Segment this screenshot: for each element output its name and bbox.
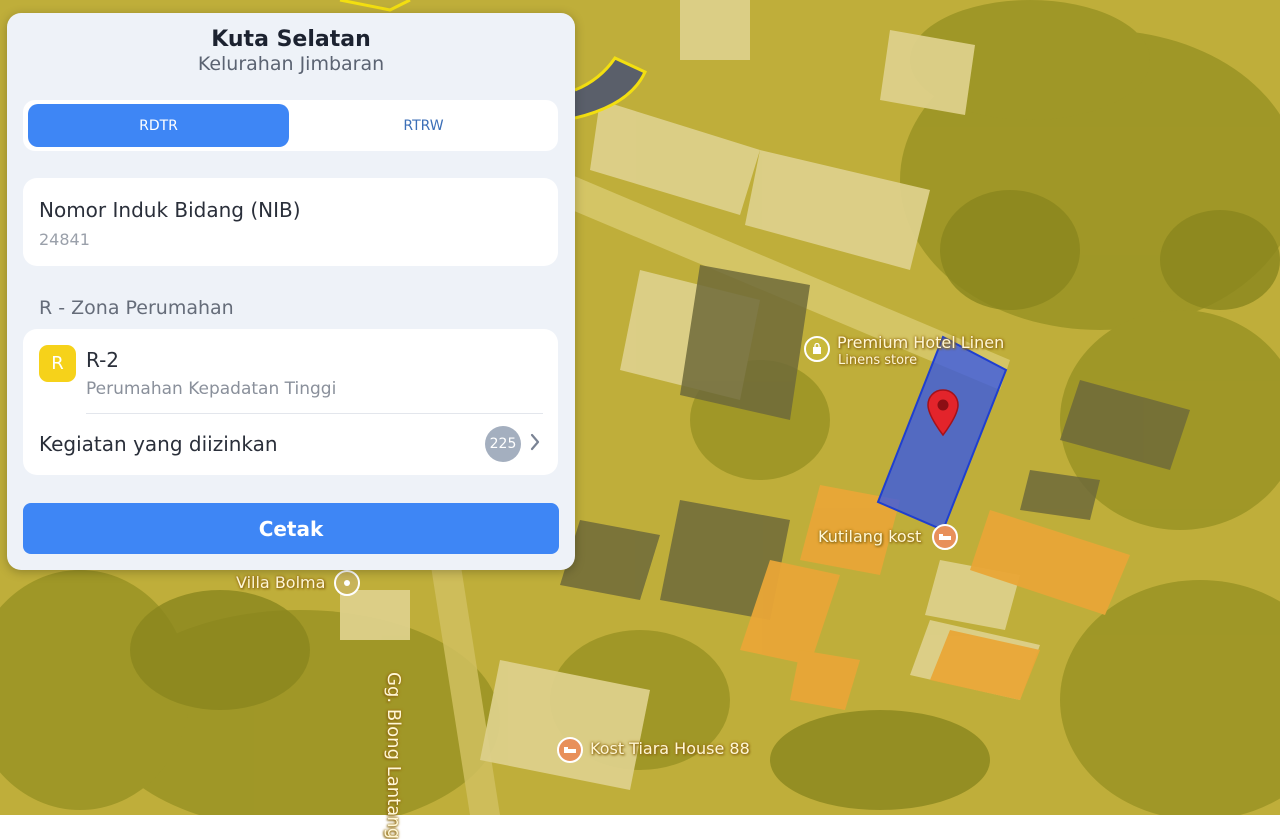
location-pin-icon [927, 389, 959, 437]
nib-label: Nomor Induk Bidang (NIB) [39, 198, 301, 222]
zone-heading: R - Zona Perumahan [39, 297, 234, 319]
activities-label: Kegiatan yang diizinkan [39, 432, 278, 456]
bed-icon[interactable] [932, 524, 958, 550]
activities-count-badge: 225 [485, 426, 521, 462]
place-label-villa[interactable]: Villa Bolma [236, 573, 325, 592]
street-label: Gg. Blong Lantang [383, 672, 404, 839]
nib-card: Nomor Induk Bidang (NIB) 24841 [23, 178, 558, 266]
plan-type-toggle: RDTR RTRW [23, 100, 558, 151]
tab-rtrw[interactable]: RTRW [293, 104, 554, 147]
place-label-kost-tiara[interactable]: Kost Tiara House 88 [590, 739, 750, 758]
panel-title: Kuta Selatan [211, 27, 371, 52]
panel-subtitle: Kelurahan Jimbaran [197, 53, 385, 75]
shopping-bag-icon[interactable] [804, 336, 830, 362]
place-label-premium[interactable]: Premium Hotel Linen [837, 333, 1004, 352]
zone-card: R R-2 Perumahan Kepadatan Tinggi Kegiata… [23, 329, 558, 475]
place-label-kutilang[interactable]: Kutilang kost [818, 527, 921, 546]
bed-icon[interactable] [557, 737, 583, 763]
place-category-premium: Linens store [838, 353, 918, 368]
nib-value: 24841 [39, 230, 90, 249]
zone-badge: R [39, 345, 76, 382]
chevron-right-icon [530, 433, 540, 451]
zone-description: Perumahan Kepadatan Tinggi [86, 379, 337, 399]
place-pin-icon[interactable] [334, 570, 360, 596]
tab-rdtr[interactable]: RDTR [28, 104, 289, 147]
zone-code: R-2 [86, 348, 120, 372]
print-button[interactable]: Cetak [23, 503, 559, 554]
info-panel: Kuta Selatan Kelurahan Jimbaran RDTR RTR… [7, 13, 575, 570]
permitted-activities-row[interactable]: Kegiatan yang diizinkan 225 [23, 414, 558, 474]
